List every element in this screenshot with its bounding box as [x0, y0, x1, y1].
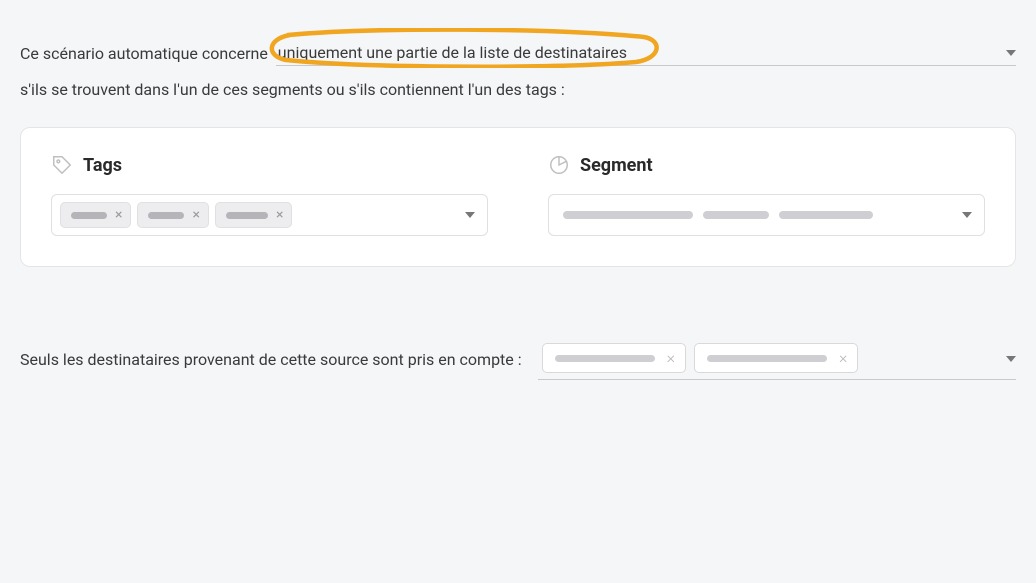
source-line: Seuls les destinataires provenant de cet…: [20, 339, 1016, 380]
segment-column: Segment: [548, 154, 985, 236]
chevron-down-icon: [1006, 356, 1016, 362]
tags-header: Tags: [51, 154, 488, 176]
tag-chip[interactable]: ×: [60, 202, 131, 228]
source-chip-label: [555, 355, 655, 362]
segment-header: Segment: [548, 154, 985, 176]
source-chip[interactable]: ×: [542, 343, 686, 373]
segment-icon: [548, 154, 570, 176]
tag-icon: [51, 154, 73, 176]
scope-select-value: uniquement une partie de la liste de des…: [278, 43, 992, 62]
segment-title: Segment: [580, 155, 653, 176]
tags-field[interactable]: × × ×: [51, 194, 488, 236]
remove-tag-icon[interactable]: ×: [276, 208, 283, 222]
segment-field[interactable]: [548, 194, 985, 236]
segment-placeholder: [557, 211, 873, 219]
chevron-down-icon: [962, 212, 972, 218]
condition-text: s'ils se trouvent dans l'un de ces segme…: [20, 80, 1016, 99]
tag-chip[interactable]: ×: [215, 202, 292, 228]
tag-chip[interactable]: ×: [137, 202, 208, 228]
filter-panel: Tags × × × Segment: [20, 127, 1016, 267]
tag-chip-label: [71, 212, 107, 219]
tag-chip-label: [226, 212, 268, 219]
chevron-down-icon: [465, 212, 475, 218]
tags-column: Tags × × ×: [51, 154, 488, 236]
source-chip-label: [707, 355, 827, 362]
source-select[interactable]: × ×: [538, 339, 1016, 380]
scenario-scope-prefix: Ce scénario automatique concerne: [20, 44, 272, 63]
tag-chip-label: [148, 212, 184, 219]
scenario-scope-line: Ce scénario automatique concerne uniquem…: [20, 40, 1016, 66]
source-label: Seuls les destinataires provenant de cet…: [20, 350, 522, 369]
remove-tag-icon[interactable]: ×: [115, 208, 122, 222]
remove-source-icon[interactable]: ×: [839, 350, 847, 366]
scope-select[interactable]: uniquement une partie de la liste de des…: [276, 40, 1016, 66]
tags-title: Tags: [83, 155, 122, 176]
remove-tag-icon[interactable]: ×: [192, 208, 199, 222]
chevron-down-icon: [1006, 50, 1016, 56]
remove-source-icon[interactable]: ×: [667, 350, 675, 366]
source-chip[interactable]: ×: [694, 343, 858, 373]
